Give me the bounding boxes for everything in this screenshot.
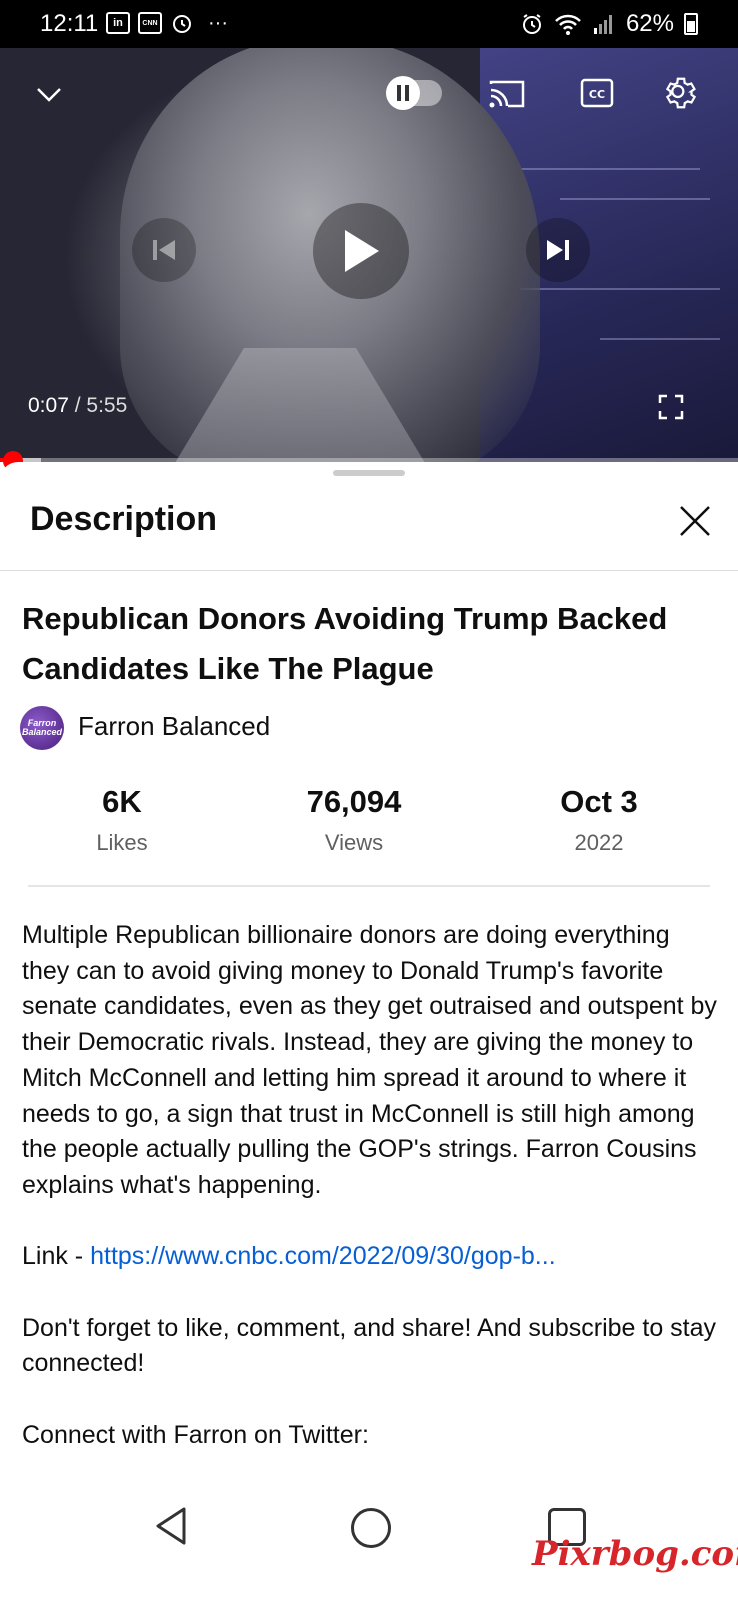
battery-icon (684, 13, 698, 35)
likes-value: 6K (102, 784, 142, 819)
drag-handle[interactable] (333, 470, 405, 476)
home-nav-icon[interactable] (351, 1508, 391, 1548)
stats-divider (28, 885, 710, 887)
watermark: Pixrbog.com (532, 1534, 738, 1574)
call-to-action: Don't forget to like, comment, and share… (22, 1313, 717, 1378)
notification-icons: in CNN ··· (106, 11, 228, 35)
more-dots-icon: ··· (208, 12, 228, 34)
play-button[interactable] (313, 203, 409, 299)
date-stat: Oct 3 2022 (529, 784, 669, 856)
cnn-icon: CNN (138, 12, 162, 34)
close-icon[interactable] (678, 504, 712, 538)
battery-percent: 62% (625, 10, 674, 37)
channel-name[interactable]: Farron Balanced (78, 711, 270, 742)
time-readout: 0:07 / 5:55 (28, 394, 127, 418)
date-value: Oct 3 (560, 784, 638, 819)
alarm-icon (522, 14, 541, 34)
svg-text:CC: CC (589, 88, 605, 101)
wifi-icon (555, 14, 581, 35)
fullscreen-icon[interactable] (658, 394, 684, 420)
next-video-button[interactable] (526, 218, 590, 282)
description-sheet: Description Republican Donors Avoiding T… (0, 462, 738, 1600)
previous-video-button[interactable] (132, 218, 196, 282)
sheet-title: Description (30, 500, 218, 538)
autoplay-pause-icon[interactable] (386, 76, 420, 110)
likes-stat: 6K Likes (62, 784, 182, 856)
minimize-chevron-icon[interactable] (36, 86, 62, 104)
channel-avatar[interactable]: Farron Balanced (20, 706, 64, 750)
video-title: Republican Donors Avoiding Trump Backed … (22, 601, 668, 686)
source-link[interactable]: https://www.cnbc.com/2022/09/30/gop-b... (90, 1242, 556, 1270)
video-frame-detail (560, 198, 710, 200)
likes-label: Likes (96, 830, 148, 855)
time-separator: / (68, 394, 87, 417)
next-icon (547, 240, 569, 260)
video-frame-detail (520, 288, 720, 290)
link-prefix: Link - (22, 1242, 91, 1271)
system-icons: 62% (520, 10, 698, 38)
link-line: Link - https://www.cnbc.com/2022/09/30/g… (22, 1239, 722, 1275)
cast-icon[interactable] (488, 78, 526, 110)
video-frame-detail (520, 168, 700, 170)
video-frame-detail (600, 338, 720, 340)
views-value: 76,094 (306, 784, 402, 819)
status-time: 12:11 (40, 10, 99, 37)
signal-icon (593, 15, 612, 34)
header-divider (0, 570, 738, 571)
description-body: Multiple Republican billionaire donors a… (22, 918, 722, 1454)
total-time: 5:55 (86, 394, 128, 417)
avatar-logo-text: Farron Balanced (21, 718, 63, 737)
linkedin-icon: in (106, 12, 130, 34)
views-label: Views (324, 830, 384, 855)
back-nav-icon[interactable] (154, 1506, 188, 1546)
description-paragraph: Multiple Republican billionaire donors a… (22, 921, 717, 1199)
twitter-line: Connect with Farron on Twitter: (22, 1420, 369, 1449)
closed-captions-icon[interactable]: CC (580, 78, 614, 108)
previous-icon (153, 240, 175, 260)
status-bar: 12:11 in CNN ··· 62% (0, 0, 738, 48)
views-stat: 76,094 Views (279, 784, 429, 856)
play-icon (345, 230, 379, 272)
current-time: 0:07 (28, 394, 69, 417)
settings-gear-icon[interactable] (662, 74, 700, 112)
date-year: 2022 (574, 830, 624, 855)
alarm-notification-icon (173, 15, 191, 33)
